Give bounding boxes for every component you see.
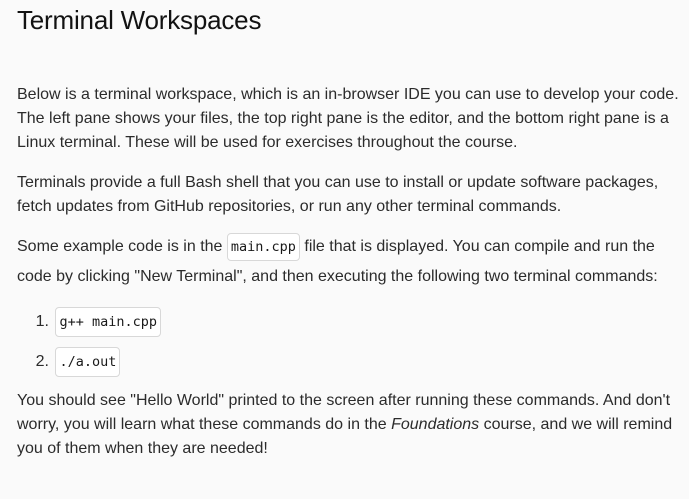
step-number: 1. <box>35 313 49 330</box>
terminals-paragraph: Terminals provide a full Bash shell that… <box>17 174 659 215</box>
example-code-paragraph: Some example code is in the main.cpp fil… <box>17 232 679 291</box>
foundations-emphasis: Foundations <box>391 416 480 433</box>
example-text-before: Some example code is in the <box>17 238 227 255</box>
inline-code-main-cpp: main.cpp <box>226 233 300 261</box>
list-item: 2. ./a.out <box>17 347 689 387</box>
closing-paragraph: You should see "Hello World" printed to … <box>17 389 679 461</box>
intro-paragraph: Below is a terminal workspace, which is … <box>17 86 679 151</box>
command-code: ./a.out <box>55 347 121 377</box>
step-number: 2. <box>35 353 49 370</box>
page-title: Terminal Workspaces <box>17 5 262 35</box>
command-list: 1. g++ main.cpp 2. ./a.out <box>17 307 689 387</box>
command-code: g++ main.cpp <box>55 307 161 337</box>
content-page: Terminal Workspaces Below is a terminal … <box>0 0 689 461</box>
list-item: 1. g++ main.cpp <box>17 307 689 347</box>
